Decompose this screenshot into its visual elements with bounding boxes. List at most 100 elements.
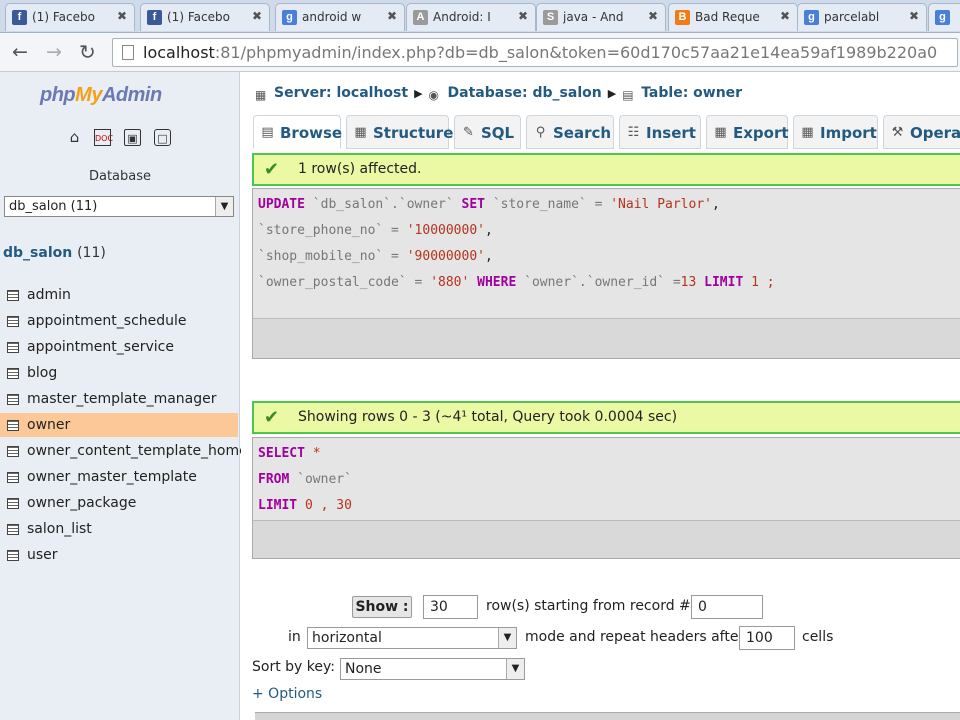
tab-operations[interactable]: ⚒Operat — [883, 115, 960, 149]
tab-search[interactable]: ⚲ Search — [526, 115, 614, 149]
table-icon[interactable] — [7, 394, 19, 405]
browse-icon: ▤ — [261, 125, 274, 140]
close-icon[interactable]: ✖ — [117, 9, 127, 23]
browser-tab-bar: f (1) Facebo ✖ f (1) Facebo ✖ g android w ✖ A Andr… — [0, 0, 960, 33]
sidebar-table-label: owner_content_template_home — [27, 443, 248, 459]
table-icon[interactable] — [7, 472, 19, 483]
table-icon[interactable] — [7, 290, 19, 301]
navigation-sidebar: phpMyAdmin ⌂ DOC ▣ □ Database db_salon (… — [0, 72, 248, 720]
home-icon[interactable]: ⌂ — [66, 129, 83, 146]
close-icon[interactable]: ✖ — [518, 9, 528, 23]
table-icon[interactable] — [7, 524, 19, 535]
close-icon[interactable]: ✖ — [252, 9, 262, 23]
table-icon[interactable] — [7, 498, 19, 509]
database-link[interactable]: db_salon (11) — [3, 245, 106, 261]
browser-tab[interactable]: f (1) Facebo ✖ — [5, 3, 135, 31]
options-link[interactable]: + Options — [252, 686, 322, 702]
sidebar-table-item[interactable]: owner — [0, 413, 238, 437]
search-icon: ⚲ — [535, 125, 546, 140]
sort-by-label: Sort by key: — [252, 659, 335, 675]
browser-tab[interactable]: f (1) Facebo ✖ — [140, 3, 270, 31]
browser-tab[interactable]: B Bad Reque ✖ — [668, 3, 798, 31]
facebook-icon: f — [147, 10, 162, 25]
show-button[interactable]: Show : — [352, 596, 412, 618]
database-select-value: db_salon (11) — [9, 199, 98, 214]
sql-line: LIMIT 0 , 30 — [258, 498, 352, 513]
close-icon[interactable]: ✖ — [909, 9, 919, 23]
blogger-icon: B — [675, 10, 690, 25]
table-icon[interactable] — [7, 420, 19, 431]
sidebar-table-label: owner_master_template — [27, 469, 197, 485]
import-icon: ▦ — [801, 125, 814, 140]
query-window-icon[interactable]: ▣ — [124, 129, 141, 146]
start-record-input[interactable]: 0 — [691, 595, 763, 619]
breadcrumb-server[interactable]: Server: localhost — [274, 85, 408, 101]
sidebar-table-item[interactable]: blog — [0, 361, 238, 385]
display-mode-value: horizontal — [312, 630, 382, 646]
sql-line: `owner_postal_code` = '880' WHERE `owner… — [258, 275, 775, 290]
tab-import[interactable]: ▦ Import — [793, 115, 878, 149]
chevron-down-icon[interactable]: ▼ — [215, 197, 233, 216]
sidebar-table-item[interactable]: owner_package — [0, 491, 238, 515]
tab-insert[interactable]: ☷ Insert — [619, 115, 701, 149]
google-icon: g — [282, 10, 297, 25]
phpmyadmin-logo[interactable]: phpMyAdmin — [40, 84, 162, 107]
tab-browse[interactable]: ▤ Browse — [253, 115, 342, 149]
checkmark-icon: ✔ — [264, 159, 280, 180]
table-icon[interactable] — [7, 316, 19, 327]
sidebar-table-item[interactable]: master_template_manager — [0, 387, 238, 411]
sidebar-table-label: admin — [27, 287, 71, 303]
sidebar-table-item[interactable]: salon_list — [0, 517, 238, 541]
success-message: ✔ 1 row(s) affected. — [252, 153, 960, 186]
sidebar-table-item[interactable]: appointment_schedule — [0, 309, 238, 333]
tab-sql[interactable]: ✎ SQL — [454, 115, 521, 149]
database-select[interactable]: db_salon (11) ▼ — [4, 196, 234, 217]
browser-tab[interactable]: A Android: I ✖ — [406, 3, 536, 31]
tab-structure[interactable]: ▦ Structure — [346, 115, 453, 149]
sidebar-table-label: blog — [27, 365, 58, 381]
table-icon[interactable] — [7, 342, 19, 353]
database-icon: ◉ — [428, 88, 440, 102]
close-icon[interactable]: ✖ — [780, 9, 790, 23]
back-icon[interactable]: ← — [12, 41, 28, 63]
browser-tab-label: (1) Facebo — [167, 10, 230, 24]
browser-tab-label: parcelabl — [824, 10, 880, 24]
forward-icon[interactable]: → — [46, 41, 62, 63]
reload-icon[interactable]: ↻ — [79, 41, 96, 63]
sidebar-table-label: salon_list — [27, 521, 92, 537]
mode-label: mode and repeat headers after — [525, 629, 745, 645]
sidebar-table-item[interactable]: user — [0, 543, 238, 567]
browser-tab[interactable]: g parcelabl ✖ — [797, 3, 927, 31]
breadcrumb-table[interactable]: Table: owner — [641, 85, 742, 101]
address-bar[interactable]: localhost:81/phpmyadmin/index.php?db=db_… — [112, 38, 958, 67]
tab-export[interactable]: ▦ Export — [706, 115, 789, 149]
browser-tab[interactable]: g android w ✖ — [275, 3, 405, 31]
sidebar-table-item[interactable]: owner_content_template_home — [0, 439, 248, 463]
breadcrumb-database[interactable]: Database: db_salon — [448, 85, 602, 101]
success-message-text: 1 row(s) affected. — [298, 161, 422, 177]
sort-by-select[interactable]: None ▼ — [340, 658, 525, 680]
chevron-down-icon[interactable]: ▼ — [506, 659, 524, 679]
table-icon[interactable] — [7, 368, 19, 379]
settings-icon[interactable]: □ — [154, 129, 171, 146]
page-icon — [122, 45, 134, 60]
rows-count-input[interactable]: 30 — [423, 595, 478, 619]
display-mode-select[interactable]: horizontal ▼ — [307, 627, 517, 649]
browser-tab-label: Bad Reque — [695, 10, 760, 24]
sql-line: `store_phone_no` = '10000000', — [258, 223, 493, 238]
browser-toolbar: ← → ↻ localhost:81/phpmyadmin/index.php?… — [0, 33, 960, 72]
sidebar-table-item[interactable]: appointment_service — [0, 335, 238, 359]
table-icon[interactable] — [7, 446, 19, 457]
repeat-headers-input[interactable]: 100 — [739, 626, 795, 650]
table-icon[interactable] — [7, 550, 19, 561]
url-path: :81/phpmyadmin/index.php?db=db_salon&tok… — [214, 43, 938, 62]
browser-tab[interactable]: g — [928, 3, 960, 31]
sidebar-table-item[interactable]: owner_master_template — [0, 465, 238, 489]
close-icon[interactable]: ✖ — [648, 9, 658, 23]
sidebar-table-item[interactable]: admin — [0, 283, 238, 307]
documentation-icon[interactable]: DOC — [94, 129, 113, 146]
chevron-down-icon[interactable]: ▼ — [498, 628, 516, 648]
cells-label: cells — [802, 629, 834, 645]
browser-tab[interactable]: Sjava - And ✖ — [536, 3, 666, 31]
close-icon[interactable]: ✖ — [387, 9, 397, 23]
